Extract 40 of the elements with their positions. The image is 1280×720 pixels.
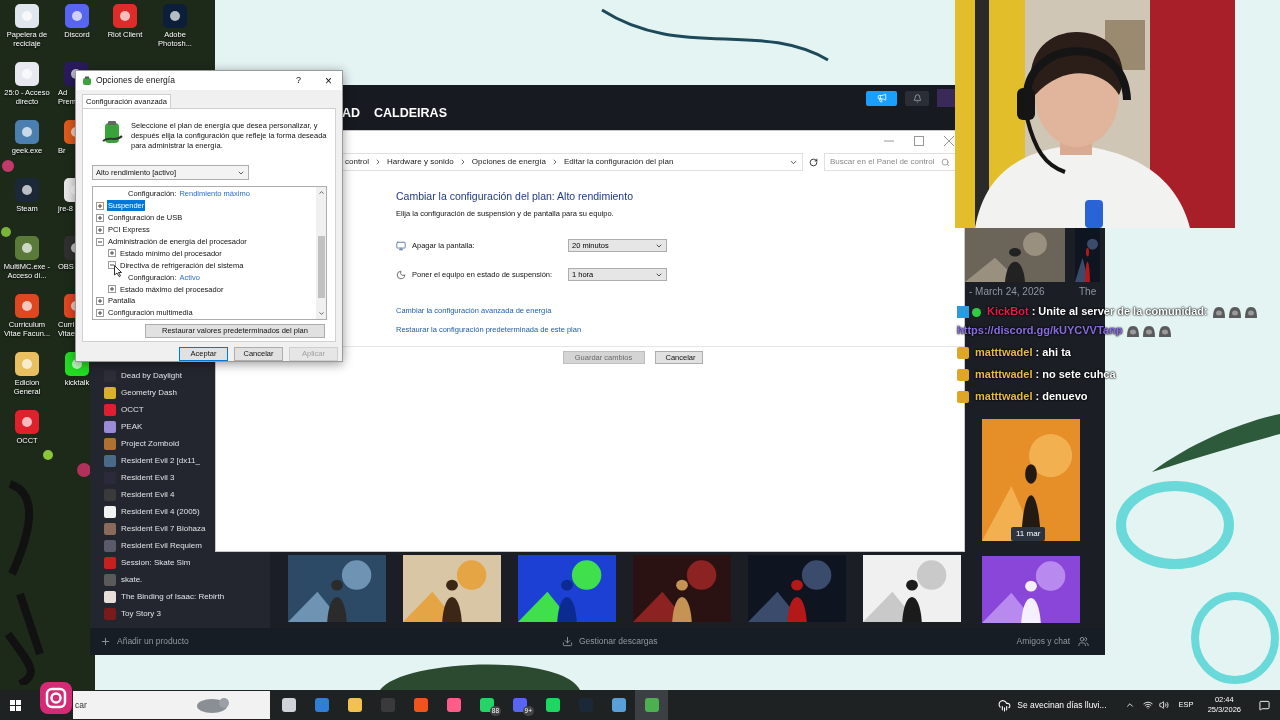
nav-link[interactable]: AD bbox=[342, 104, 361, 123]
username: matttwadel bbox=[975, 390, 1033, 402]
game-item[interactable]: Toy Story 3 bbox=[104, 605, 161, 622]
nav-link[interactable]: CALDEIRAS bbox=[374, 104, 447, 123]
window-title: Opciones de energía bbox=[96, 74, 175, 87]
game-item[interactable]: Session: Skate Sim bbox=[104, 554, 191, 571]
weather-text: Se avecinan días lluvi... bbox=[1017, 698, 1107, 712]
game-item[interactable]: Resident Evil 3 bbox=[104, 469, 175, 486]
game-item[interactable]: Dead by Daylight bbox=[104, 367, 182, 384]
search-field[interactable]: Buscar en el Panel de control bbox=[824, 153, 956, 171]
search-field[interactable]: car bbox=[73, 691, 270, 719]
news-title: The bbox=[1079, 285, 1097, 299]
game-item[interactable]: Resident Evil 4 (2005) bbox=[104, 503, 200, 520]
game-item[interactable]: Resident Evil 2 [dx11_ bbox=[104, 452, 200, 469]
game-item[interactable]: OCCT bbox=[104, 401, 144, 418]
news-date: - March 24, 2026 bbox=[969, 285, 1046, 299]
game-item[interactable]: skate. bbox=[104, 571, 143, 588]
game-item[interactable]: Geometry Dash bbox=[104, 384, 178, 401]
breadcrumb-item[interactable]: Hardware y sonido bbox=[387, 156, 454, 168]
close-button[interactable]: × bbox=[325, 74, 332, 87]
breadcrumb-item[interactable]: control bbox=[345, 156, 369, 168]
chat-message: matttwadel : ahi ta bbox=[957, 343, 1280, 362]
game-item[interactable]: Resident Evil 4 bbox=[104, 486, 175, 503]
page-title: Cambiar la configuración del plan: Alto rendimiento bbox=[396, 189, 634, 204]
game-item[interactable]: The Binding of Isaac: Rebirth bbox=[104, 588, 225, 605]
date-badge: 11 mar bbox=[1011, 527, 1046, 541]
breadcrumb-item[interactable]: Opciones de energía bbox=[471, 156, 546, 168]
chat-message: matttwadel : denuevo bbox=[957, 387, 1280, 406]
friends-button[interactable]: Amigos y chat bbox=[1016, 635, 1089, 648]
username: KickBot bbox=[987, 305, 1029, 317]
username: matttwadel bbox=[975, 368, 1033, 380]
username: matttwadel bbox=[975, 346, 1033, 358]
downloads-button[interactable]: Gestionar descargas bbox=[562, 635, 658, 648]
game-item[interactable]: Resident Evil Requiem bbox=[104, 537, 202, 554]
add-product-button[interactable]: Añadir un producto bbox=[100, 635, 562, 648]
game-item[interactable]: Project Zomboid bbox=[104, 435, 180, 452]
breadcrumb-item[interactable]: Editar la configuración del plan bbox=[564, 156, 674, 168]
game-item[interactable]: Resident Evil 7 Biohaza bbox=[104, 520, 206, 537]
game-item[interactable]: PEAK bbox=[104, 418, 143, 435]
help-button[interactable]: ? bbox=[295, 73, 301, 88]
